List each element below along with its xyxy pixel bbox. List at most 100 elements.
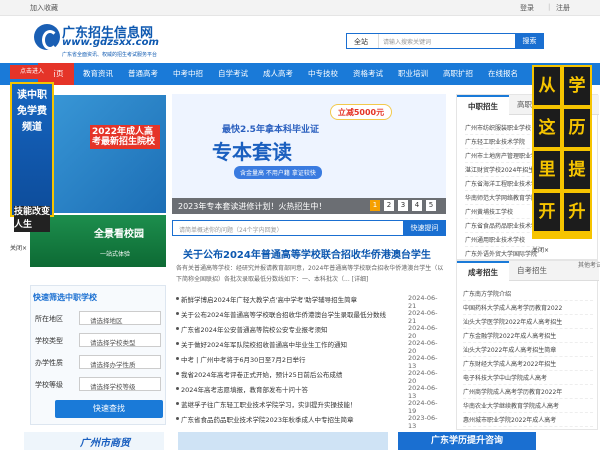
- list-item[interactable]: 华南农业大学继续教育学院成人高考: [463, 401, 593, 413]
- news-item[interactable]: 关于做好2024年军队院校招收普通高中毕业生工作的通知 2024-06-20: [176, 339, 444, 355]
- news-title[interactable]: 蓝继孚子往广东轻工职业技术学院学习，实训提升实操技能！: [181, 399, 391, 409]
- news-title[interactable]: 广东省食品药品职业技术学院2023年秋季成人中专招生简章: [181, 414, 391, 424]
- tab-adult-exam[interactable]: 成考招生: [457, 261, 509, 281]
- nav-item[interactable]: 教育资讯: [83, 63, 113, 85]
- list-item[interactable]: 华南师范大学网络教育学院: [465, 193, 540, 205]
- list-item[interactable]: 广东财经大学成人高考2022年招生: [463, 359, 593, 371]
- list-item[interactable]: 广州通用职业技术学校: [465, 235, 540, 247]
- banner-page-4[interactable]: 4: [412, 200, 422, 211]
- banner-line3: 含金量高 不用户籍 拿证较快: [234, 166, 322, 179]
- banner-page-1[interactable]: 1: [370, 200, 380, 211]
- close-right-ad[interactable]: 关闭×: [532, 245, 549, 254]
- news-item[interactable]: 广东省2024年公安普通高等院校公安专业报考须知 2024-06-20: [176, 324, 444, 340]
- bullet-icon: [176, 327, 179, 330]
- list-item[interactable]: 中国药科大学成人高考学历教育2022: [463, 303, 593, 315]
- headline-link[interactable]: 关于公布2024年普通高等学校联合招收华侨港澳台学生: [183, 246, 431, 261]
- news-title[interactable]: 关于公布2024年普通高等学校联合招收华侨港澳台学生录取最低分数线: [181, 309, 391, 319]
- search-scope-select[interactable]: 全站: [347, 34, 379, 48]
- close-left-ad[interactable]: 关闭×: [10, 243, 27, 252]
- bottom-banner-right[interactable]: 广东学历提升咨询: [398, 432, 536, 450]
- news-item[interactable]: 新鲜学博启2024年广轻大教学点'高中学考'助学辅导招生简章 2024-06-21: [176, 294, 444, 310]
- nav-item[interactable]: 自学考试: [218, 63, 248, 85]
- list-item[interactable]: 广东金融学院2022年成人高考招生: [463, 331, 593, 343]
- main-nav: 首页 教育资讯 普通高考 中考中招 自学考试 成人高考 中专技校 资格考试 职业…: [0, 63, 600, 85]
- nav-item[interactable]: 中考中招: [173, 63, 203, 85]
- list-item[interactable]: 汕头大学2022年成人高考招生简章: [463, 345, 593, 357]
- list-item[interactable]: 广东轻工职业技术学院: [465, 137, 540, 149]
- list-item[interactable]: 广东省食品药品职业技术学校: [465, 221, 540, 233]
- list-item[interactable]: 广州黄埔技工学校: [465, 207, 540, 219]
- list-item[interactable]: 汕头大学医学院2022年成人高考招生: [463, 317, 593, 329]
- register-link[interactable]: 注册: [556, 3, 570, 13]
- list-item[interactable]: 惠州城市职业学院2022年成人高考: [463, 415, 593, 427]
- list-item[interactable]: 电子科技大学中山学院成人高考: [463, 373, 593, 385]
- news-date: 2024-06-13: [408, 354, 438, 370]
- ask-button[interactable]: 快速提问: [403, 221, 446, 235]
- panorama-title: 全景看校园: [94, 229, 144, 240]
- nav-item[interactable]: 在线报名: [488, 63, 518, 85]
- banner-page-5[interactable]: 5: [426, 200, 436, 211]
- ad-char: 提: [564, 151, 590, 189]
- banner-line1: 最快2.5年拿本科毕业证: [222, 125, 319, 135]
- bullet-icon: [176, 372, 179, 375]
- news-date: 2024-06-19: [408, 399, 438, 415]
- news-title[interactable]: 我省2024年高考评卷正式开始，预计25日前后公布成绩: [181, 369, 391, 379]
- top-bar: 加入收藏 登录 | 注册: [0, 0, 600, 16]
- bottom-banner-middle[interactable]: [178, 432, 388, 450]
- other-exams-link[interactable]: 其他考试: [578, 260, 600, 269]
- news-item[interactable]: 2024年高考志愿填报，教育部发布十问十答 2024-06-13: [176, 384, 444, 400]
- list-item[interactable]: 湛江财贸学校2024年招生: [465, 165, 540, 177]
- ad-char: 历: [564, 109, 590, 147]
- list-item[interactable]: 广州市土地房产管理职业学校: [465, 151, 540, 163]
- skill-text: 技能改变人生: [14, 206, 51, 232]
- banner-page-3[interactable]: 3: [398, 200, 408, 211]
- news-title[interactable]: 中考 | 广州中考将于6月30日至7月2日举行: [181, 354, 391, 364]
- degree-upgrade-ad[interactable]: 从 学 这 历 里 提 开 升: [532, 65, 592, 239]
- tab-self-study[interactable]: 自考招生: [517, 261, 547, 281]
- main-banner[interactable]: 最快2.5年拿本科毕业证 专本套读 含金量高 不用户籍 拿证较快 2023年专本…: [172, 94, 446, 214]
- ask-input[interactable]: 请简单概述你的问题（24个字内回复）: [179, 225, 283, 234]
- nav-item[interactable]: 中专技校: [308, 63, 338, 85]
- news-title[interactable]: 广东省2024年公安普通高等院校公安专业报考须知: [181, 324, 391, 334]
- logo-icon: [34, 24, 60, 50]
- site-search: 全站 请输入搜索关键词 搜索: [346, 33, 544, 49]
- add-favorite-link[interactable]: 加入收藏: [30, 3, 58, 13]
- news-title[interactable]: 关于做好2024年军队院校招收普通高中毕业生工作的通知: [181, 339, 391, 349]
- list-item[interactable]: 广州市纺织服装职业学校: [465, 123, 540, 135]
- tab-vocational[interactable]: 中职招生: [457, 95, 509, 115]
- news-item[interactable]: 关于公布2024年普通高等学校联合招收华侨港澳台学生录取最低分数线 2024-06…: [176, 309, 444, 325]
- level-select[interactable]: 请选择学校等级: [79, 377, 161, 391]
- news-item[interactable]: 蓝继孚子往广东轻工职业技术学院学习，实训提升实操技能！ 2024-06-19: [176, 399, 444, 415]
- news-title[interactable]: 新鲜学博启2024年广轻大教学点'高中学考'助学辅导招生简章: [181, 294, 391, 304]
- region-select[interactable]: 请选择地区: [79, 311, 161, 325]
- right-float-ad[interactable]: 从 学 这 历 里 提 开 升 关闭×: [532, 65, 592, 255]
- nature-select[interactable]: 请选择办学性质: [79, 355, 161, 369]
- ad-char: 从: [534, 67, 560, 105]
- nav-item[interactable]: 职业培训: [398, 63, 428, 85]
- filter-row: 所在地区 请选择地区: [35, 311, 163, 325]
- bottom-banner-left[interactable]: 广州市商贸: [24, 432, 164, 450]
- nav-item[interactable]: 普通高考: [128, 63, 158, 85]
- ad-char: 里: [534, 151, 560, 189]
- quick-search-button[interactable]: 快速查找: [55, 400, 163, 418]
- news-title[interactable]: 2024年高考志愿填报，教育部发布十问十答: [181, 384, 391, 394]
- search-button[interactable]: 搜索: [515, 34, 544, 48]
- site-logo[interactable]: 广东招生信息网 www.gdzsxx.com 广东省全面资讯、权威的招生考试服务…: [34, 22, 164, 62]
- list-item[interactable]: 广东南方学院介绍: [463, 289, 593, 301]
- login-link[interactable]: 登录: [520, 3, 534, 13]
- left-float-ad[interactable]: 点击进入 读中职免学费频道 技能改变人生 关闭×: [10, 65, 54, 252]
- nav-item[interactable]: 成人高考: [263, 63, 293, 85]
- news-item[interactable]: 我省2024年高考评卷正式开始，预计25日前后公布成绩 2024-06-20: [176, 369, 444, 385]
- nav-item[interactable]: 资格考试: [353, 63, 383, 85]
- free-tuition-ad[interactable]: 读中职免学费频道 技能改变人生: [10, 82, 54, 232]
- nav-item[interactable]: 高职扩招: [443, 63, 473, 85]
- school-type-select[interactable]: 请选择学校类型: [79, 333, 161, 347]
- list-item[interactable]: 广州商学院成人高考学历教育2022年: [463, 387, 593, 399]
- banner-page-2[interactable]: 2: [384, 200, 394, 211]
- news-item[interactable]: 中考 | 广州中考将于6月30日至7月2日举行 2024-06-13: [176, 354, 444, 370]
- ad-char: 学: [564, 67, 590, 105]
- enter-ribbon[interactable]: 点击进入: [10, 65, 54, 79]
- list-item[interactable]: 广东省海洋工程职业技术学校: [465, 179, 540, 191]
- news-item[interactable]: 广东省食品药品职业技术学院2023年秋季成人中专招生简章 2023-06-13: [176, 414, 444, 430]
- search-input[interactable]: 请输入搜索关键词: [383, 37, 431, 46]
